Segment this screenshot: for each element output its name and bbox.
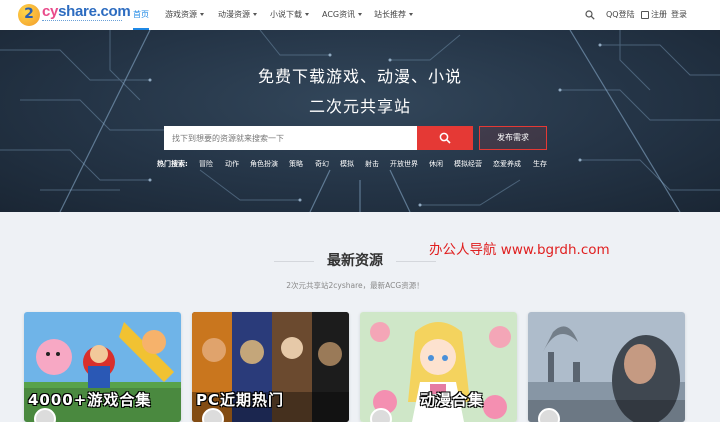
nav-item-acg-news[interactable]: ACG资讯 [322,0,363,30]
site-logo[interactable]: 2 cyshare.com [18,3,131,27]
nav-item-home[interactable]: 首页 [133,0,149,30]
logo-tagline [42,20,122,24]
header-search-button[interactable] [585,0,595,30]
hero-title: 免费下载游戏、动漫、小说 [257,67,462,86]
watermark-text: 办公人导航 www.bgrdh.com [429,242,610,258]
resource-card[interactable]: 动漫合集 [360,312,517,422]
chevron-down-icon [358,13,363,16]
card-caption: 动漫合集 [420,391,485,409]
nav-item-games[interactable]: 游戏资源 [165,0,204,30]
section-subtitle: 2次元共享站2cyshare，最新ACG资源！ [286,281,424,290]
logo-badge-icon: 2 [18,4,40,26]
hot-tag[interactable]: 角色扮演 [250,158,278,170]
hot-tag[interactable]: 生存 [533,158,547,170]
login-link[interactable]: 登录 [671,0,687,30]
hot-tag[interactable]: 冒险 [199,158,213,170]
chevron-down-icon [253,13,257,16]
hero-banner: 免费下载游戏、动漫、小说 二次元共享站 发布需求 热门搜索: 冒险 动作 角色扮… [0,30,720,212]
post-request-button[interactable]: 发布需求 [479,126,547,150]
hot-tag[interactable]: 射击 [365,158,379,170]
card-thumbnail-action [528,312,685,422]
circuit-background-decoration [0,30,720,212]
hot-tag[interactable]: 休闲 [429,158,443,170]
hot-tag[interactable]: 动作 [225,158,239,170]
card-caption: 4000+游戏合集 [28,391,152,409]
resource-card[interactable]: 4000+游戏合集 [24,312,181,422]
card-caption: PC近期热门 [196,391,285,409]
search-button[interactable] [417,126,473,150]
resource-card[interactable]: PC近期热门 [192,312,349,422]
logo-text: cyshare.com [42,3,131,20]
search-icon [439,132,451,144]
chevron-down-icon [200,13,204,16]
hot-tag[interactable]: 模拟经营 [454,158,482,170]
hot-tag[interactable]: 开放世界 [390,158,418,170]
qq-login-link[interactable]: QQ登陆 [606,0,635,30]
nav-item-novels[interactable]: 小说下载 [270,0,309,30]
search-icon [585,9,595,20]
register-link[interactable]: 注册 [641,0,667,30]
hot-tag[interactable]: 策略 [289,158,303,170]
register-icon [641,10,649,19]
nav-item-anime[interactable]: 动漫资源 [218,0,257,30]
nav-item-recommended[interactable]: 站长推荐 [374,0,413,30]
search-input[interactable] [164,126,417,150]
hot-tag[interactable]: 模拟 [340,158,354,170]
section-divider-right [396,261,436,262]
hot-tag[interactable]: 恋爱养成 [493,158,521,170]
hot-search-label: 热门搜索: [157,160,188,168]
chevron-down-icon [305,13,309,16]
resource-card[interactable] [528,312,685,422]
site-header: 2 cyshare.com 首页 游戏资源 动漫资源 小说下载 ACG资讯 站长… [0,0,720,31]
chevron-down-icon [409,13,413,16]
hot-tag[interactable]: 奇幻 [315,158,329,170]
hero-subtitle: 二次元共享站 [308,97,411,116]
